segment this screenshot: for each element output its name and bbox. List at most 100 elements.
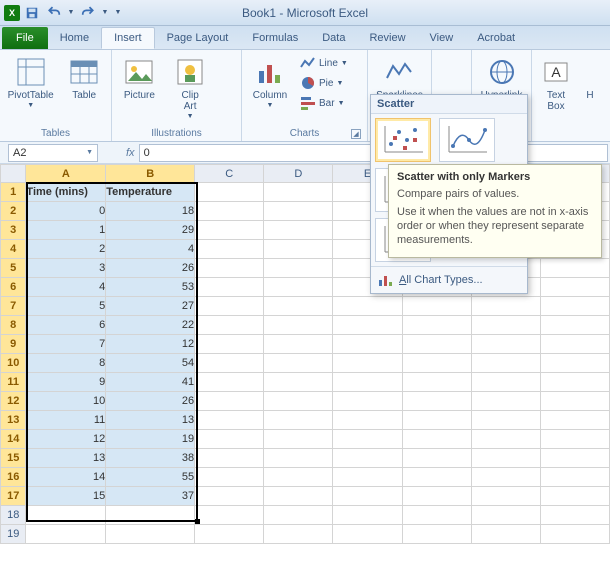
cell[interactable]: [264, 221, 333, 240]
cell[interactable]: 22: [106, 316, 195, 335]
row-header[interactable]: 4: [1, 240, 26, 259]
cell[interactable]: 53: [106, 278, 195, 297]
cell[interactable]: [264, 183, 333, 202]
cell[interactable]: 0: [26, 202, 106, 221]
cell[interactable]: 3: [26, 259, 106, 278]
cell[interactable]: [402, 468, 471, 487]
cell[interactable]: [471, 335, 540, 354]
cell[interactable]: [402, 487, 471, 506]
row-header[interactable]: 16: [1, 468, 26, 487]
cell[interactable]: [333, 335, 402, 354]
cell[interactable]: [333, 525, 402, 544]
picture-button[interactable]: Picture: [116, 54, 163, 101]
redo-icon[interactable]: [78, 4, 98, 22]
row-header[interactable]: 19: [1, 525, 26, 544]
cell[interactable]: [195, 316, 264, 335]
cell[interactable]: [540, 278, 609, 297]
cell[interactable]: 29: [106, 221, 195, 240]
cell[interactable]: Temperature: [106, 183, 195, 202]
cell[interactable]: [264, 506, 333, 525]
cell[interactable]: [402, 297, 471, 316]
cell[interactable]: 11: [26, 411, 106, 430]
cell[interactable]: [402, 335, 471, 354]
cell[interactable]: [540, 259, 609, 278]
cell[interactable]: [26, 525, 106, 544]
cell[interactable]: [540, 430, 609, 449]
row-header[interactable]: 2: [1, 202, 26, 221]
cell[interactable]: [264, 525, 333, 544]
cell[interactable]: 13: [26, 449, 106, 468]
cell[interactable]: [333, 506, 402, 525]
cell[interactable]: 15: [26, 487, 106, 506]
cell[interactable]: [195, 430, 264, 449]
column-chart-button[interactable]: Column ▼: [246, 54, 294, 109]
cell[interactable]: [195, 259, 264, 278]
cell[interactable]: [195, 449, 264, 468]
cell[interactable]: [471, 373, 540, 392]
row-header[interactable]: 18: [1, 506, 26, 525]
cell[interactable]: [540, 468, 609, 487]
cell[interactable]: [195, 468, 264, 487]
cell[interactable]: 13: [106, 411, 195, 430]
textbox-button[interactable]: A Text Box: [536, 54, 576, 112]
cell[interactable]: [195, 297, 264, 316]
cell[interactable]: [264, 449, 333, 468]
row-header[interactable]: 3: [1, 221, 26, 240]
row-header[interactable]: 5: [1, 259, 26, 278]
cell[interactable]: 26: [106, 392, 195, 411]
cell[interactable]: [264, 202, 333, 221]
cell[interactable]: [540, 354, 609, 373]
cell[interactable]: 1: [26, 221, 106, 240]
cell[interactable]: [471, 506, 540, 525]
cell[interactable]: [264, 411, 333, 430]
line-chart-button[interactable]: Line ▼: [298, 54, 350, 72]
cell[interactable]: [333, 449, 402, 468]
row-header[interactable]: 11: [1, 373, 26, 392]
cell[interactable]: 4: [106, 240, 195, 259]
undo-icon[interactable]: [44, 4, 64, 22]
cell[interactable]: 27: [106, 297, 195, 316]
cell[interactable]: [402, 449, 471, 468]
tab-page-layout[interactable]: Page Layout: [155, 27, 241, 49]
cell[interactable]: [333, 373, 402, 392]
cell[interactable]: [402, 354, 471, 373]
row-header[interactable]: 6: [1, 278, 26, 297]
cell[interactable]: [471, 354, 540, 373]
name-box-dropdown-icon[interactable]: ▼: [86, 149, 93, 156]
cell[interactable]: [195, 183, 264, 202]
cell[interactable]: 38: [106, 449, 195, 468]
cell[interactable]: [402, 373, 471, 392]
row-header[interactable]: 14: [1, 430, 26, 449]
cell[interactable]: [333, 354, 402, 373]
cell[interactable]: [402, 430, 471, 449]
cell[interactable]: [195, 525, 264, 544]
cell[interactable]: [195, 278, 264, 297]
cell[interactable]: [540, 449, 609, 468]
cell[interactable]: 12: [106, 335, 195, 354]
cell[interactable]: [195, 221, 264, 240]
cell[interactable]: 5: [26, 297, 106, 316]
cell[interactable]: [195, 354, 264, 373]
cell[interactable]: [540, 297, 609, 316]
cell[interactable]: [471, 468, 540, 487]
tab-data[interactable]: Data: [310, 27, 357, 49]
cell[interactable]: [264, 392, 333, 411]
row-header[interactable]: 10: [1, 354, 26, 373]
tab-home[interactable]: Home: [48, 27, 101, 49]
cell[interactable]: [540, 506, 609, 525]
cell[interactable]: 8: [26, 354, 106, 373]
cell[interactable]: [540, 373, 609, 392]
cell[interactable]: [264, 240, 333, 259]
cell[interactable]: [264, 373, 333, 392]
cell[interactable]: Time (mins): [26, 183, 106, 202]
cell[interactable]: [333, 297, 402, 316]
all-chart-types-button[interactable]: All Chart Types...: [371, 266, 527, 293]
cell[interactable]: 19: [106, 430, 195, 449]
col-header-B[interactable]: B: [106, 165, 195, 183]
cell[interactable]: [195, 506, 264, 525]
cell[interactable]: 18: [106, 202, 195, 221]
cell[interactable]: [402, 525, 471, 544]
tab-insert[interactable]: Insert: [101, 27, 155, 49]
cell[interactable]: [540, 487, 609, 506]
col-header-D[interactable]: D: [264, 165, 333, 183]
